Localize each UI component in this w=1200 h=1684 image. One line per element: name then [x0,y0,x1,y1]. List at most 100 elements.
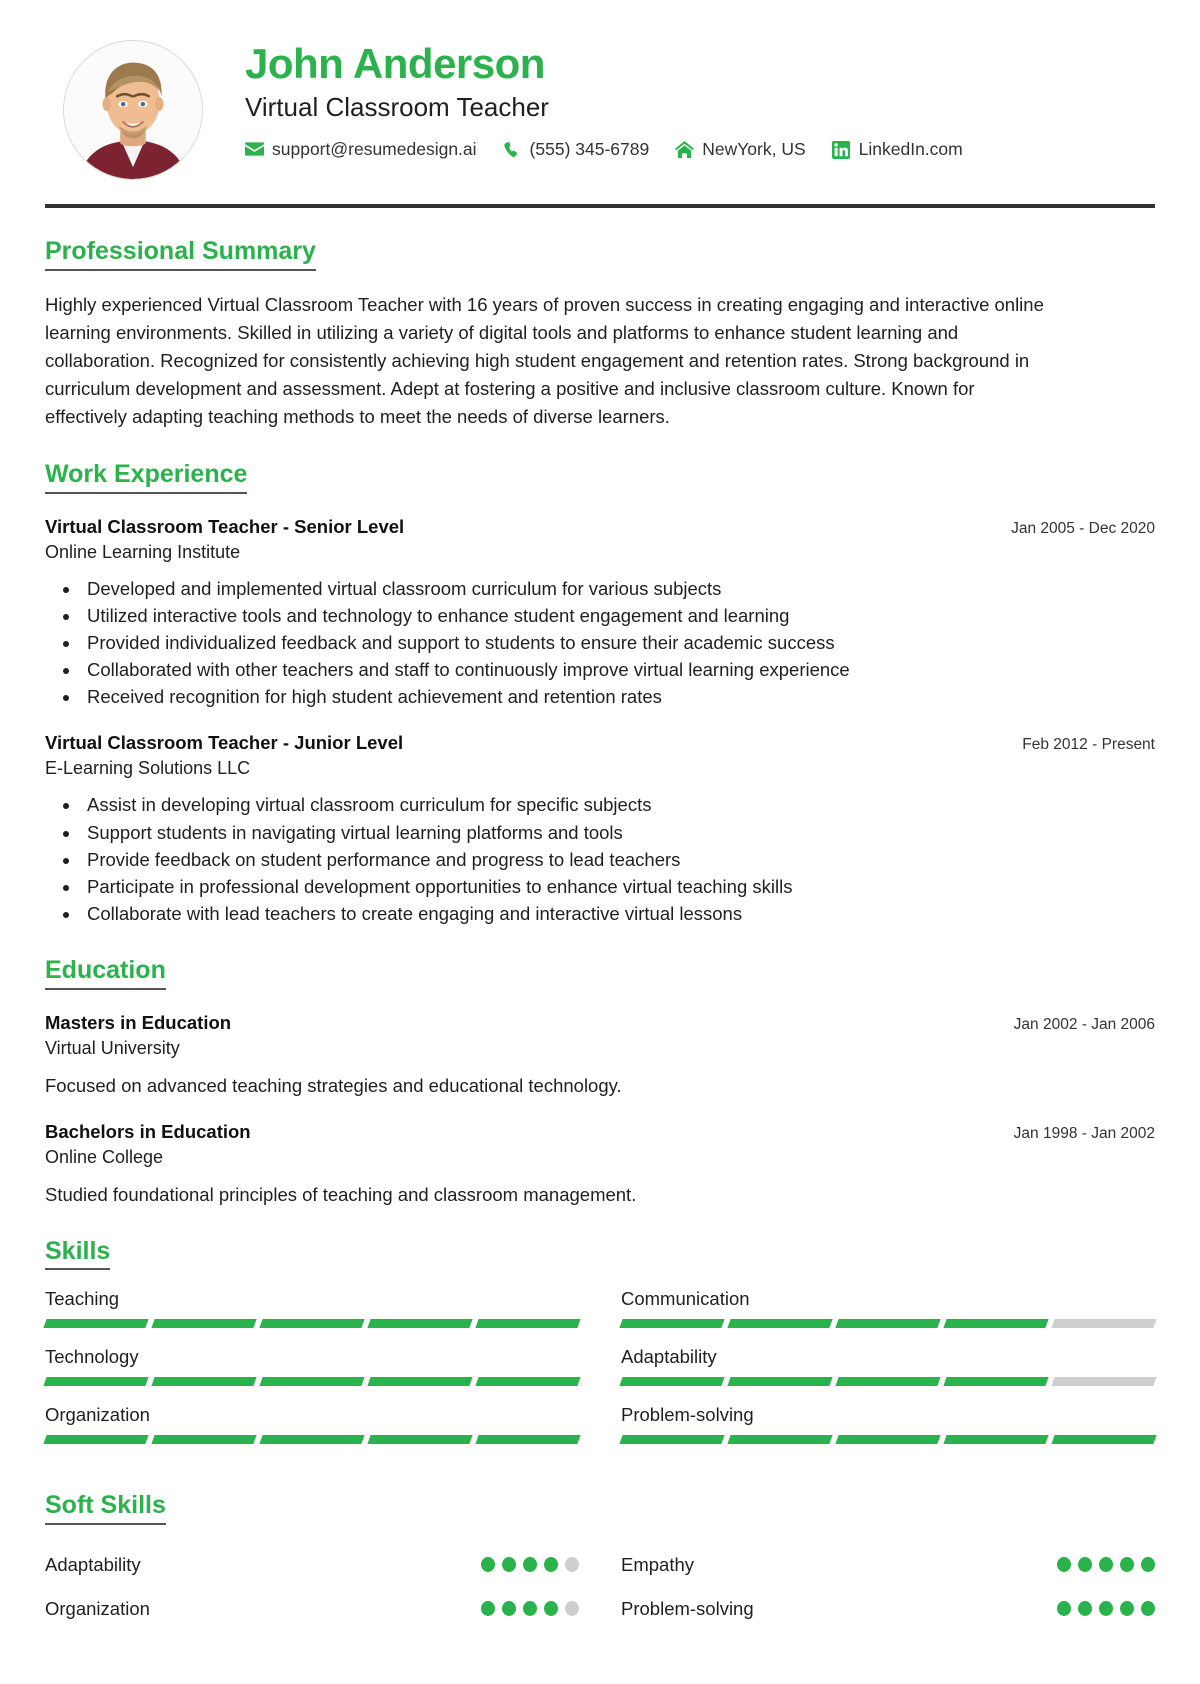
skill-bar-segment [151,1319,257,1329]
education-description: Focused on advanced teaching strategies … [45,1074,622,1096]
list-item: Provided individualized feedback and sup… [81,629,1155,656]
list-item: Collaborated with other teachers and sta… [81,656,1155,683]
profile-photo-illustration [64,41,202,179]
skill-label: Communication [621,1288,750,1310]
soft-skill-label: Empathy [621,1553,695,1575]
skills-grid: Teaching Communication Technology Adaptabil… [43,1288,1157,1462]
skill-bar-segment [1051,1319,1157,1329]
skill-bar-segment [727,1435,833,1445]
education-entry: Bachelors in Education Jan 1998 - Jan 20… [45,1121,1155,1208]
skill-bar-segment [43,1435,149,1445]
rating-dot [1078,1601,1092,1617]
skill-bar-segment [43,1319,149,1329]
list-item: Participate in professional development … [81,873,1155,900]
rating-dot [502,1557,516,1573]
education-description: Studied foundational principles of teach… [45,1183,637,1205]
education-school: Virtual University [45,1037,180,1058]
home-icon [675,140,695,159]
contact-row: support@resumedesign.ai (555) 345-6789 N… [245,139,1155,160]
rating-dot [502,1601,516,1617]
contact-linkedin[interactable]: LinkedIn.com [832,139,963,160]
work-entry-head: Virtual Classroom Teacher - Junior Level… [45,732,1155,754]
list-item: Provide feedback on student performance … [81,846,1155,873]
skill-bar-segment [835,1435,941,1445]
education-school: Online College [45,1146,164,1167]
skill-bar-segment [259,1377,365,1387]
skill-bar-segment [151,1435,257,1445]
list-item: Assist in developing virtual classroom c… [81,791,1155,818]
education-date: Jan 2002 - Jan 2006 [1013,1015,1155,1033]
skill-bar-segment [619,1377,725,1387]
rating-dot [544,1557,558,1573]
skill-bar-segment [943,1435,1049,1445]
soft-skill-label: Organization [45,1597,150,1619]
skill-label: Problem-solving [621,1404,754,1426]
rating-dot [1141,1557,1155,1573]
work-entry-organization: E-Learning Solutions LLC [45,758,251,779]
skill-item: Technology [43,1346,581,1404]
professional-summary-text: Highly experienced Virtual Classroom Tea… [45,293,1044,427]
email-icon [245,140,264,159]
skill-level-bar [43,1435,581,1445]
list-item: Received recognition for high student ac… [81,683,1155,710]
skill-item: Teaching [43,1288,581,1346]
section-title-education: Education [45,957,166,990]
work-entry-head: Virtual Classroom Teacher - Senior Level… [45,516,1155,538]
work-entry: Virtual Classroom Teacher - Junior Level… [45,732,1155,927]
list-item: Utilized interactive tools and technolog… [81,602,1155,629]
section-title-professional-summary: Professional Summary [45,237,316,271]
phone-icon [503,140,522,159]
section-skills: Skills Teaching Communication Technology Ad… [43,1237,1157,1463]
work-entry-title: Virtual Classroom Teacher - Senior Level [45,515,405,537]
work-entry-date: Jan 2005 - Dec 2020 [1011,519,1155,537]
contact-phone[interactable]: (555) 345-6789 [503,139,649,160]
rating-dot [1057,1557,1071,1573]
work-entry-bullets: Developed and implemented virtual classr… [81,575,1155,711]
soft-skill-item: Problem-solving [621,1587,1155,1631]
contact-email[interactable]: support@resumedesign.ai [245,139,477,160]
education-date: Jan 1998 - Jan 2002 [1013,1124,1155,1142]
education-degree: Masters in Education [45,1011,232,1033]
skill-bar-segment [943,1377,1049,1387]
skill-level-bar [619,1435,1157,1445]
skill-bar-segment [835,1319,941,1329]
rating-dot [1120,1557,1134,1573]
soft-skill-rating [481,1601,579,1617]
list-item: Developed and implemented virtual classr… [81,575,1155,602]
skill-item: Problem-solving [619,1404,1157,1462]
work-entry-title: Virtual Classroom Teacher - Junior Level [45,732,404,754]
skill-bar-segment [151,1377,257,1387]
rating-dot [1141,1601,1155,1617]
soft-skill-label: Adaptability [45,1553,141,1575]
soft-skills-grid: Adaptability Empathy Organization Problem-s… [45,1543,1155,1631]
skill-bar-segment [475,1319,581,1329]
rating-dot [1099,1601,1113,1617]
job-title: Virtual Classroom Teacher [245,92,549,123]
avatar [63,40,203,180]
section-education: Education Masters in Education Jan 2002 … [45,957,1155,1207]
section-title-work-experience: Work Experience [45,461,248,494]
contact-email-text: support@resumedesign.ai [272,139,477,160]
skill-bar-segment [367,1377,473,1387]
rating-dot [1057,1601,1071,1617]
skill-label: Organization [45,1404,150,1426]
list-item: Support students in navigating virtual l… [81,819,1155,846]
header-divider [45,204,1155,208]
resume-header: John Anderson Virtual Classroom Teacher … [45,30,1155,180]
rating-dot [523,1557,537,1573]
skill-level-bar [619,1377,1157,1387]
skill-level-bar [619,1319,1157,1329]
skill-bar-segment [259,1319,365,1329]
contact-location[interactable]: NewYork, US [675,139,806,160]
contact-linkedin-text: LinkedIn.com [858,139,963,160]
work-entry-bullets: Assist in developing virtual classroom c… [81,791,1155,927]
rating-dot [565,1557,579,1573]
skill-bar-segment [727,1319,833,1329]
skill-bar-segment [367,1435,473,1445]
education-entry: Masters in Education Jan 2002 - Jan 2006… [45,1012,1155,1099]
section-work-experience: Work Experience Virtual Classroom Teache… [45,461,1155,927]
skill-bar-segment [619,1319,725,1329]
page-title: John Anderson [245,40,545,87]
list-item: Collaborate with lead teachers to create… [81,900,1155,927]
resume-page: John Anderson Virtual Classroom Teacher … [0,0,1200,1684]
